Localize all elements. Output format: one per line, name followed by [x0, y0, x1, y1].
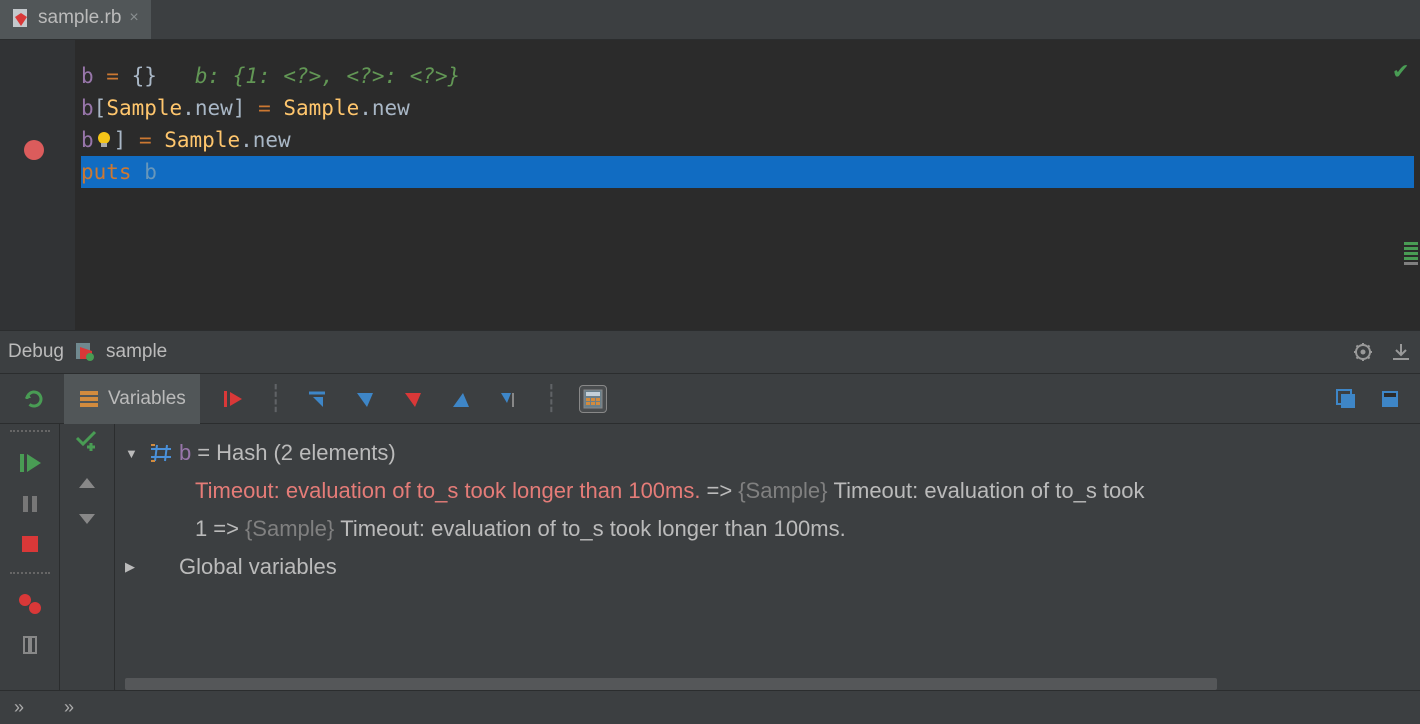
scrollbar-thumb[interactable] [125, 678, 1217, 690]
evaluate-expression-icon[interactable] [579, 385, 607, 413]
force-step-into-icon[interactable] [399, 385, 427, 413]
step-over-icon[interactable] [303, 385, 331, 413]
variable-name: b [179, 440, 191, 466]
restore-layout-icon[interactable] [1332, 385, 1360, 413]
breakpoint-icon[interactable] [24, 140, 44, 160]
variable-row-b[interactable]: ▼ b = Hash (2 elements) [125, 434, 1420, 472]
collapse-down-icon[interactable] [77, 512, 97, 526]
timeout-key: Timeout: evaluation of to_s took longer … [195, 478, 700, 504]
pause-icon[interactable] [18, 492, 42, 516]
variable-key: 1 [195, 516, 207, 542]
code-line-current[interactable]: puts b [81, 156, 1414, 188]
run-to-cursor-icon[interactable] [495, 385, 523, 413]
mute-breakpoints-icon[interactable] [18, 634, 42, 658]
tab-filename: sample.rb [38, 7, 121, 29]
intention-bulb-icon[interactable] [94, 130, 114, 150]
horizontal-scrollbar[interactable] [125, 678, 1410, 690]
editor-tab[interactable]: sample.rb × [0, 0, 151, 39]
variables-side-toolbar [60, 424, 115, 724]
download-icon[interactable] [1390, 341, 1412, 363]
show-execution-point-icon[interactable] [220, 385, 248, 413]
variable-child-row[interactable]: 1 => {Sample} Timeout: evaluation of to_… [125, 510, 1420, 548]
gear-icon[interactable] [1352, 341, 1374, 363]
ruby-file-icon [12, 9, 30, 27]
step-out-icon[interactable] [447, 385, 475, 413]
settings-icon[interactable] [1376, 385, 1404, 413]
variables-tab-label: Variables [108, 388, 186, 410]
hash-type-icon [149, 443, 173, 463]
variables-icon [78, 388, 100, 410]
view-breakpoints-icon[interactable] [17, 592, 43, 618]
globals-label: Global variables [179, 554, 337, 580]
separator [10, 572, 50, 576]
debug-left-toolbar [0, 424, 60, 724]
variables-tab[interactable]: Variables [64, 374, 200, 424]
variable-row-globals[interactable]: ▶ Global variables [125, 548, 1420, 586]
inspection-ok-icon: ✔ [1394, 54, 1408, 86]
step-into-icon[interactable] [351, 385, 379, 413]
resume-icon[interactable] [17, 450, 43, 476]
run-config-name[interactable]: sample [106, 341, 167, 363]
debug-label: Debug [8, 341, 64, 363]
add-watch-icon[interactable] [74, 428, 100, 454]
separator: ┊ [268, 383, 284, 414]
code-area[interactable]: ✔ b = {} b: {1: <?>, <?>: <?>} b[Sample.… [75, 40, 1420, 330]
restart-icon[interactable] [21, 386, 47, 412]
expand-chevron-icon[interactable]: » [14, 697, 24, 718]
tab-bar: sample.rb × [0, 0, 1420, 40]
stop-icon[interactable] [18, 532, 42, 556]
close-tab-icon[interactable]: × [129, 9, 138, 27]
variable-child-row[interactable]: Timeout: evaluation of to_s took longer … [125, 472, 1420, 510]
expand-arrow-down-icon[interactable]: ▼ [125, 446, 143, 461]
expand-chevron-icon[interactable]: » [64, 697, 74, 718]
debug-toolwindow-header: Debug sample [0, 330, 1420, 374]
gutter[interactable] [0, 40, 75, 330]
separator: ┊ [543, 383, 559, 414]
collapse-up-icon[interactable] [77, 476, 97, 490]
code-line[interactable]: b[Sample.new] = Sample.new [81, 92, 1414, 124]
separator [10, 430, 50, 434]
run-config-icon [74, 341, 96, 363]
editor-area: ✔ b = {} b: {1: <?>, <?>: <?>} b[Sample.… [0, 40, 1420, 330]
code-line[interactable]: b] = Sample.new [81, 124, 1414, 156]
marker-stripe [1402, 240, 1420, 280]
debug-toolbar: Variables ┊ ┊ [0, 374, 1420, 424]
expand-arrow-right-icon[interactable]: ▶ [125, 559, 143, 575]
bottom-bar: » » [0, 690, 1420, 724]
code-line[interactable]: b = {} b: {1: <?>, <?>: <?>} [81, 60, 1414, 92]
